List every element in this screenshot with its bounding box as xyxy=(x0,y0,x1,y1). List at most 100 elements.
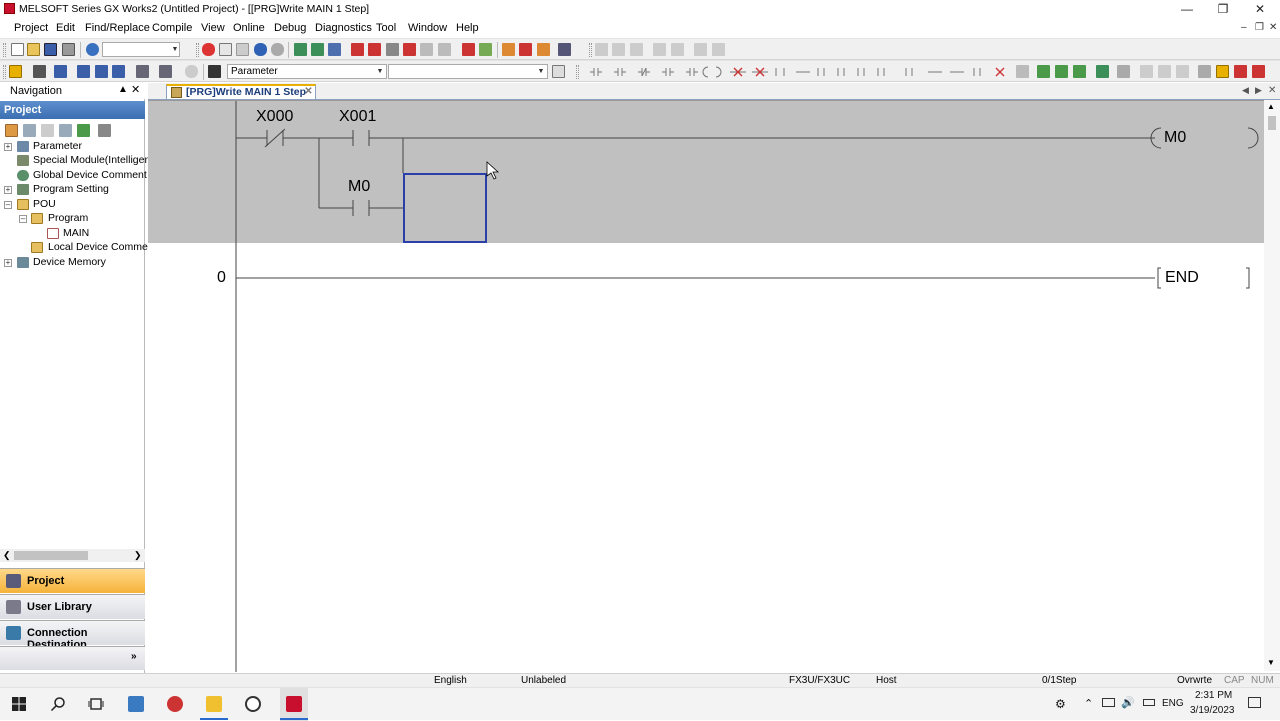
view-icon[interactable] xyxy=(95,65,108,78)
help-icon[interactable] xyxy=(86,43,99,56)
tree-item-pou[interactable]: – POU xyxy=(0,198,145,212)
tree-item-program-setting[interactable]: + Program Setting xyxy=(0,183,145,197)
input-language[interactable]: ENG xyxy=(1162,698,1184,709)
tab-close-all-icon[interactable]: ✕ xyxy=(1268,85,1276,96)
ladder-tool-icon[interactable] xyxy=(420,43,433,56)
ladder-tool-icon[interactable] xyxy=(438,43,451,56)
calculator-app-icon[interactable] xyxy=(128,696,144,712)
close-button[interactable]: ✕ xyxy=(1243,0,1277,18)
ladder-tool-icon[interactable] xyxy=(328,43,341,56)
restore-button[interactable]: ❐ xyxy=(1206,0,1240,18)
menu-compile[interactable]: Compile xyxy=(152,22,192,34)
toolbar-grip[interactable] xyxy=(3,43,6,57)
ladder-tool-icon[interactable] xyxy=(612,43,625,56)
toolbar-grip[interactable] xyxy=(196,43,199,57)
tool-icon[interactable] xyxy=(1158,65,1171,78)
toolbar-grip[interactable] xyxy=(3,65,6,79)
view-icon[interactable] xyxy=(136,65,149,78)
ladder-tool-icon[interactable] xyxy=(479,43,492,56)
collapse-icon[interactable]: – xyxy=(19,215,27,223)
pin-icon[interactable]: ▲ xyxy=(118,84,128,95)
battery-icon[interactable] xyxy=(1143,699,1155,706)
menu-view[interactable]: View xyxy=(201,22,225,34)
scroll-down-icon[interactable]: ▼ xyxy=(1267,658,1275,667)
tree-item-special-module[interactable]: Special Module(Intelligent xyxy=(0,154,153,168)
task-view-icon[interactable] xyxy=(88,696,104,712)
cut-icon[interactable] xyxy=(202,43,215,56)
ladder-tool-icon[interactable] xyxy=(712,43,725,56)
scroll-left-icon[interactable]: ❮ xyxy=(3,550,11,561)
windows-start-icon[interactable] xyxy=(11,696,27,712)
collapse-icon[interactable]: – xyxy=(4,201,12,209)
menu-window[interactable]: Window xyxy=(408,22,447,34)
paste-icon[interactable] xyxy=(236,43,249,56)
second-combo[interactable]: ▼ xyxy=(388,64,548,79)
new-data-icon[interactable] xyxy=(5,124,18,137)
speaker-icon[interactable]: 🔊 xyxy=(1121,696,1135,709)
ladder-tool-icon[interactable] xyxy=(694,43,707,56)
toolbar-grip[interactable] xyxy=(589,43,592,57)
notification-icon[interactable] xyxy=(1248,697,1261,708)
tab-close-icon[interactable]: ✕ xyxy=(303,86,314,97)
tool-icon[interactable] xyxy=(1096,65,1109,78)
view-icon[interactable] xyxy=(185,65,198,78)
ladder-tool-icon[interactable] xyxy=(403,43,416,56)
ladder-tool-icon[interactable] xyxy=(311,43,324,56)
tree-item-main[interactable]: MAIN xyxy=(0,227,145,241)
mdi-close-icon[interactable]: ✕ xyxy=(1269,22,1277,33)
clock-time[interactable]: 2:31 PM xyxy=(1195,690,1232,701)
toolbar-combo[interactable]: ▼ xyxy=(102,42,180,57)
undo-icon[interactable] xyxy=(254,43,267,56)
mdi-minimize-icon[interactable]: – xyxy=(1241,22,1247,33)
vertical-scrollbar[interactable]: ▲ ▼ xyxy=(1264,100,1280,671)
scroll-thumb[interactable] xyxy=(14,551,88,560)
view-icon[interactable] xyxy=(33,65,46,78)
clock-date[interactable]: 3/19/2023 xyxy=(1190,705,1235,716)
ladder-tool-icon[interactable] xyxy=(462,43,475,56)
print-icon[interactable] xyxy=(62,43,75,56)
gx-works2-taskbar-icon[interactable] xyxy=(286,696,302,712)
tool-icon[interactable] xyxy=(1117,65,1130,78)
nav-tool-icon[interactable] xyxy=(77,124,90,137)
toolbar-grip[interactable] xyxy=(576,65,579,79)
menu-help[interactable]: Help xyxy=(456,22,479,34)
tab-scroll-right-icon[interactable]: ▶ xyxy=(1255,85,1262,96)
tool-icon[interactable] xyxy=(1252,65,1265,78)
tool-icon[interactable] xyxy=(1055,65,1068,78)
expand-icon[interactable]: + xyxy=(4,186,12,194)
expand-icon[interactable]: + xyxy=(4,143,12,151)
ladder-editor[interactable]: X000 X001 M0 M0 0 END xyxy=(148,100,1264,672)
parameter-combo[interactable]: Parameter ▼ xyxy=(227,64,387,79)
app-icon[interactable] xyxy=(167,696,183,712)
open-folder-icon[interactable] xyxy=(27,43,40,56)
ladder-tool-icon[interactable] xyxy=(558,43,571,56)
app-icon[interactable] xyxy=(245,696,261,712)
tool-icon[interactable] xyxy=(1216,65,1229,78)
menu-debug[interactable]: Debug xyxy=(274,22,306,34)
ladder-tool-icon[interactable] xyxy=(595,43,608,56)
tool-icon[interactable] xyxy=(1016,65,1029,78)
tool-icon[interactable] xyxy=(1198,65,1211,78)
scroll-thumb[interactable] xyxy=(1268,116,1276,130)
ladder-tool-icon[interactable] xyxy=(653,43,666,56)
nav-tool-icon[interactable] xyxy=(23,124,36,137)
nav-button-user-library[interactable]: User Library xyxy=(0,594,145,619)
copy-icon[interactable] xyxy=(219,43,232,56)
tab-scroll-left-icon[interactable]: ◀ xyxy=(1242,85,1249,96)
redo-icon[interactable] xyxy=(271,43,284,56)
chevron-up-icon[interactable]: ⌃ xyxy=(1084,697,1093,710)
device-icon[interactable] xyxy=(1102,698,1115,707)
ladder-tool-icon[interactable] xyxy=(368,43,381,56)
menu-find-replace[interactable]: Find/Replace xyxy=(85,22,150,34)
save-icon[interactable] xyxy=(44,43,57,56)
menu-tool[interactable]: Tool xyxy=(376,22,396,34)
tree-item-local-device-comment[interactable]: Local Device Commen xyxy=(0,241,154,255)
minimize-button[interactable]: — xyxy=(1170,0,1204,18)
search-icon[interactable] xyxy=(50,696,66,712)
horizontal-scrollbar[interactable]: ❮ ❯ xyxy=(0,549,145,562)
tree-item-parameter[interactable]: + Parameter xyxy=(0,140,145,154)
tool-icon[interactable] xyxy=(1037,65,1050,78)
tree-item-program[interactable]: – Program xyxy=(0,212,145,226)
nav-button-project[interactable]: Project xyxy=(0,568,145,593)
menu-edit[interactable]: Edit xyxy=(56,22,75,34)
